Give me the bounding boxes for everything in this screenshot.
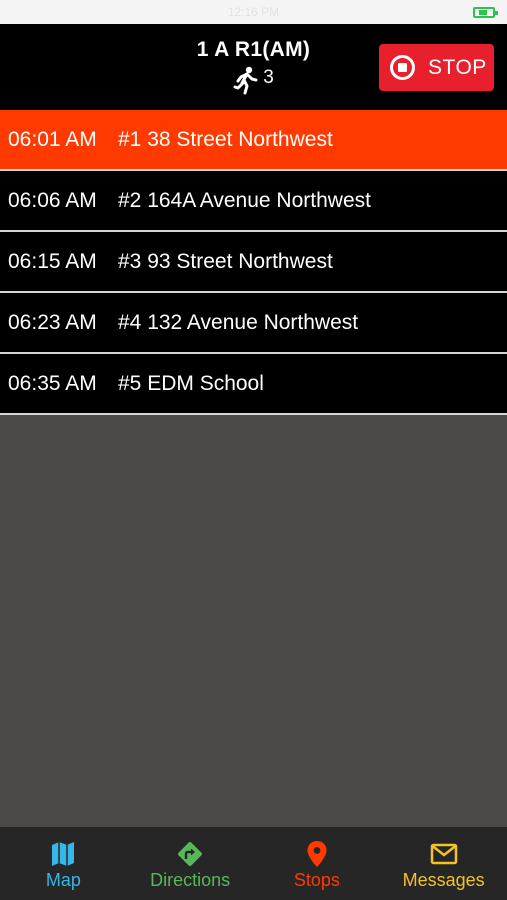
tab-label: Map bbox=[45, 870, 81, 890]
running-person-icon bbox=[233, 66, 258, 95]
route-header: 1 A R1(AM) 3 STOP bbox=[0, 24, 507, 110]
map-icon bbox=[52, 842, 75, 866]
tab-label: Directions bbox=[150, 870, 231, 890]
stops-list: 06:01 AM #1 38 Street Northwest 06:06 AM… bbox=[0, 110, 507, 415]
stop-route-button[interactable]: STOP bbox=[379, 44, 494, 91]
stop-name: #4 132 Avenue Northwest bbox=[118, 310, 359, 334]
tab-stops[interactable]: Stops bbox=[254, 827, 381, 900]
stop-name: #3 93 Street Northwest bbox=[118, 249, 333, 273]
stop-row-3[interactable]: 06:15 AM #3 93 Street Northwest bbox=[0, 232, 507, 293]
tab-directions[interactable]: Directions bbox=[127, 827, 254, 900]
stop-name: #1 38 Street Northwest bbox=[118, 127, 333, 151]
tab-label: Messages bbox=[402, 870, 485, 890]
status-bar: 12:16 PM bbox=[0, 0, 507, 24]
bottom-tab-bar: Map Directions Stops Messages bbox=[0, 827, 507, 900]
stop-row-2[interactable]: 06:06 AM #2 164A Avenue Northwest bbox=[0, 171, 507, 232]
battery-icon bbox=[473, 7, 498, 18]
app-screen: 12:16 PM 1 A R1(AM) 3 STOP 06:01 AM #1 3… bbox=[0, 0, 507, 900]
tab-map[interactable]: Map bbox=[0, 827, 127, 900]
stop-name: #2 164A Avenue Northwest bbox=[118, 188, 371, 212]
envelope-icon bbox=[430, 843, 457, 865]
stop-row-4[interactable]: 06:23 AM #4 132 Avenue Northwest bbox=[0, 293, 507, 354]
stop-time: 06:15 AM bbox=[8, 249, 97, 273]
directions-icon bbox=[178, 842, 203, 866]
stop-time: 06:35 AM bbox=[8, 371, 97, 395]
location-pin-icon bbox=[307, 841, 327, 867]
passenger-count: 3 bbox=[263, 67, 274, 88]
tab-label: Stops bbox=[293, 870, 340, 890]
stop-time: 06:23 AM bbox=[8, 310, 97, 334]
stop-button-label: STOP bbox=[428, 55, 487, 79]
status-time: 12:16 PM bbox=[227, 5, 280, 19]
stop-row-5[interactable]: 06:35 AM #5 EDM School bbox=[0, 354, 507, 415]
stop-time: 06:01 AM bbox=[8, 127, 97, 151]
stop-icon bbox=[390, 55, 415, 80]
stop-time: 06:06 AM bbox=[8, 188, 97, 212]
tab-messages[interactable]: Messages bbox=[380, 827, 507, 900]
stop-row-1[interactable]: 06:01 AM #1 38 Street Northwest bbox=[0, 110, 507, 171]
stop-name: #5 EDM School bbox=[118, 371, 264, 395]
